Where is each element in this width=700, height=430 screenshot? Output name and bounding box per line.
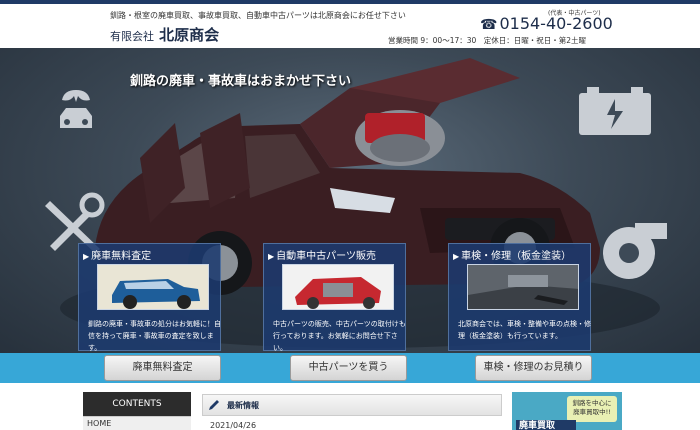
panel-inspection-repair[interactable]: ▶ 車検・修理（板金塗装） 北原商会では、車検・整備や車の点検・修理（板金塗装）も… (448, 243, 591, 351)
panel-image (97, 264, 209, 310)
news-header: 最新情報 (202, 394, 502, 416)
panel-image (282, 264, 394, 310)
panel-title: ▶ 自動車中古パーツ販売 (268, 247, 376, 262)
turbo-icon (603, 223, 667, 279)
panel-scrap-appraisal[interactable]: ▶ 廃車無料査定 釧路の廃車・事故車の処分はお気軽に！自信を持って廃車・事故車の査… (78, 243, 221, 352)
company-name: 北原商会 (159, 26, 220, 44)
company-kind: 有限会社 (110, 30, 154, 43)
hero-title: 釧路の廃車・事故車はおまかせ下さい (130, 74, 352, 89)
panel-text: 北原商会では、車検・整備や車の点検・修理（板金塗装）も行っています。 (458, 320, 591, 340)
triangle-icon: ▶ (453, 252, 460, 261)
battery-icon (579, 87, 651, 135)
panel-image (467, 264, 579, 310)
phone-text: 0154-40-2600 (499, 14, 613, 33)
business-hours: 営業時間 9：00〜17：30 定休日：日曜・祝日・第2土曜 (388, 36, 587, 45)
panel-title-text: 廃車無料査定 (91, 251, 152, 262)
news-title: 最新情報 (227, 401, 259, 410)
site-header: 釧路・根室の廃車買取、事故車買取、自動車中古パーツは北原商会にお任せ下さい 有限… (0, 4, 700, 48)
header-tagline: 釧路・根室の廃車買取、事故車買取、自動車中古パーツは北原商会にお任せ下さい (110, 11, 406, 20)
pen-icon (209, 400, 219, 410)
news-date: 2021/04/26 (210, 421, 257, 430)
banner-plate: 廃車買取 (516, 420, 576, 430)
scrap-buyback-banner[interactable]: 釧路を中心に 廃車買取中!! 廃車買取 (512, 392, 622, 430)
panel-text: 中古パーツの販売、中古パーツの取付けも行っております。お気軽にお問合せ下さい。 (273, 320, 406, 352)
panel-title-text: 車検・修理（板金塗装） (461, 251, 572, 262)
repair-estimate-button[interactable]: 車検・修理のお見積り (475, 355, 592, 381)
suv-image (98, 265, 208, 309)
buy-used-parts-button[interactable]: 中古パーツを買う (290, 355, 407, 381)
scrap-appraisal-button[interactable]: 廃車無料査定 (104, 355, 221, 381)
company-logo[interactable]: 有限会社 北原商会 (110, 24, 219, 45)
banner-bubble: 釧路を中心に 廃車買取中!! (567, 396, 617, 422)
panel-title-text: 自動車中古パーツ販売 (276, 251, 376, 262)
eco-car-icon (60, 90, 92, 128)
triangle-icon: ▶ (268, 252, 275, 261)
sidebar-item-home[interactable]: HOME (83, 416, 191, 430)
panel-title: ▶ 廃車無料査定 (83, 247, 151, 262)
sidebar-title: CONTENTS (83, 392, 191, 416)
panel-title: ▶ 車検・修理（板金塗装） (453, 247, 571, 262)
panel-text: 釧路の廃車・事故車の処分はお気軽に！自信を持って廃車・事故車の査定を致します。 (88, 320, 221, 352)
phone-number[interactable]: ☎ 0154-40-2600 (480, 14, 613, 33)
panel-used-parts[interactable]: ▶ 自動車中古パーツ販売 中古パーツの販売、中古パーツの取付けも行っております。お… (263, 243, 406, 352)
hero-banner: 釧路の廃車・事故車はおまかせ下さい ▶ 廃車無料査定 釧路の廃車・事故車の処分は… (0, 48, 700, 353)
parts-image (283, 265, 393, 309)
triangle-icon: ▶ (83, 252, 90, 261)
action-band: 廃車無料査定 中古パーツを買う 車検・修理のお見積り (0, 353, 700, 383)
repair-image (468, 265, 578, 309)
page: 釧路・根室の廃車買取、事故車買取、自動車中古パーツは北原商会にお任せ下さい 有限… (0, 0, 700, 430)
phone-icon: ☎ (480, 17, 498, 33)
